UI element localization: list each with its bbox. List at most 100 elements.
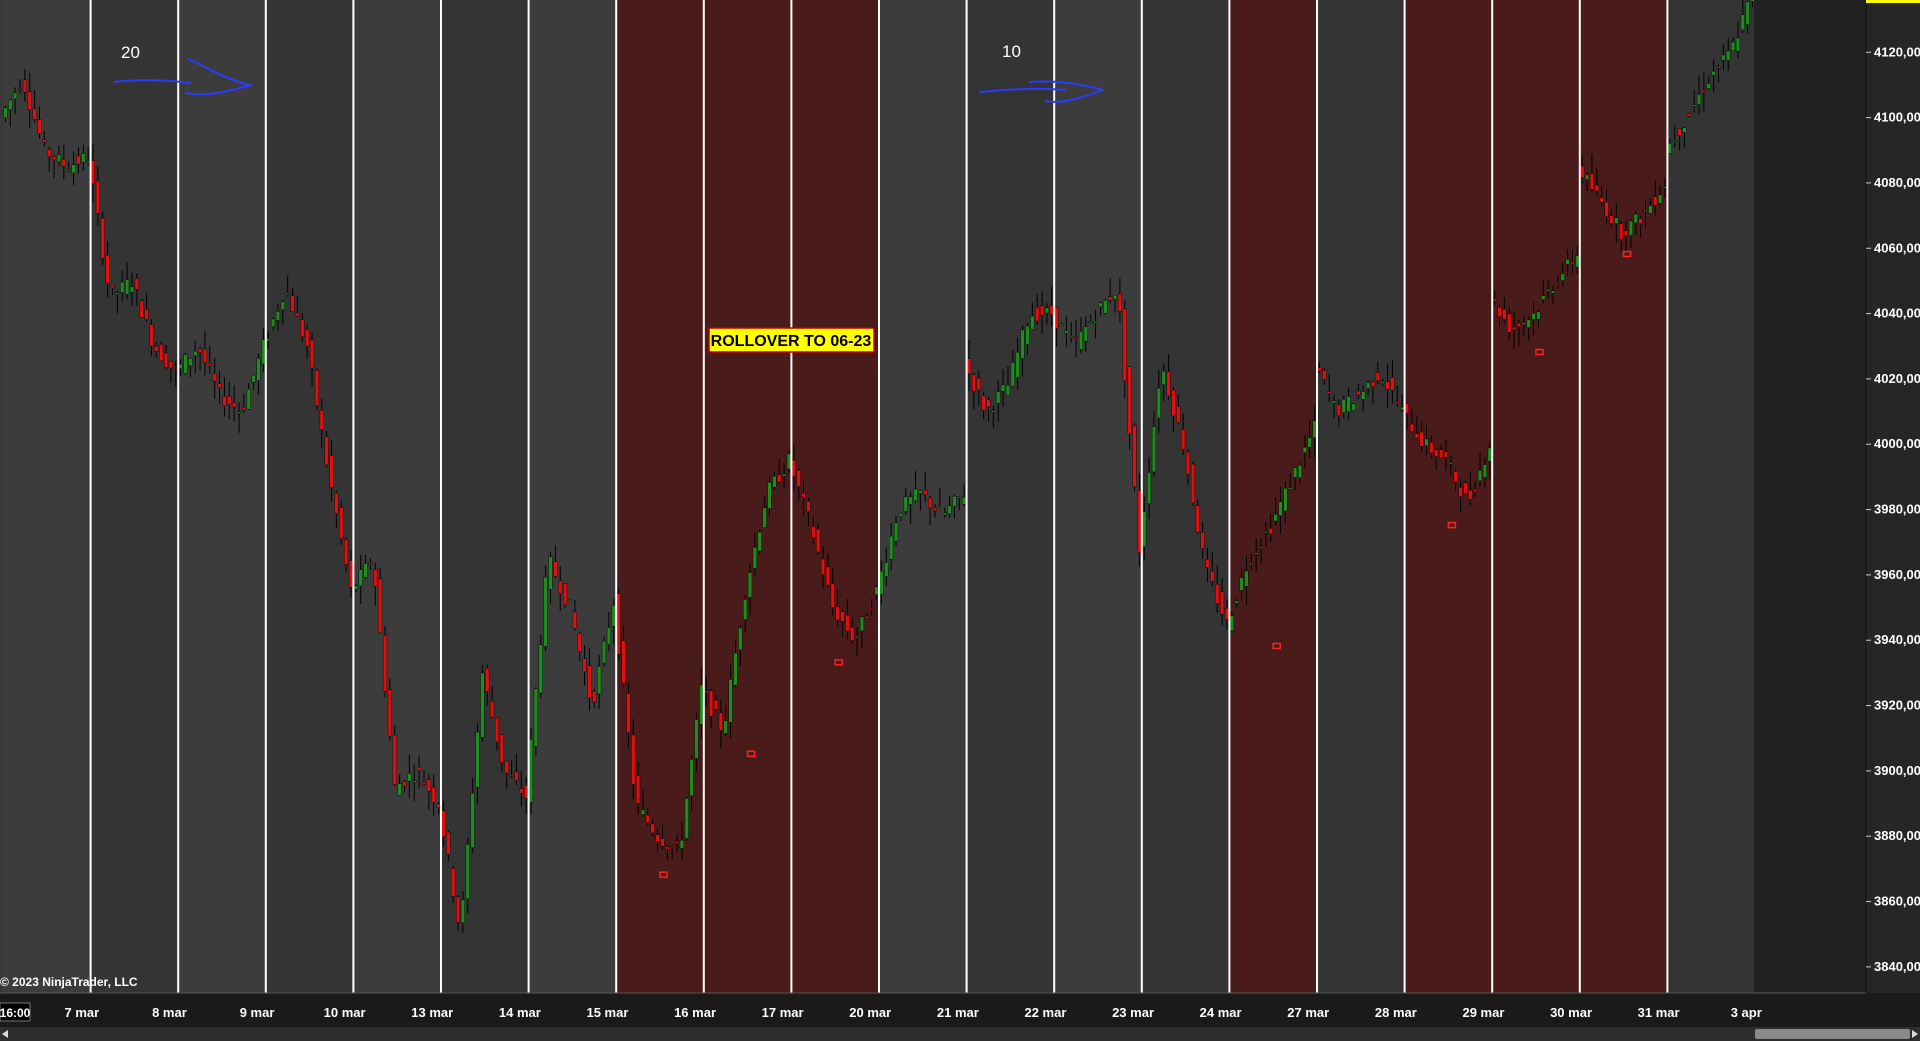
x-tick-label: 21 mar	[937, 1005, 979, 1020]
candle-body	[528, 738, 534, 803]
candle-body	[1585, 174, 1590, 180]
candle-body	[908, 496, 913, 505]
candle-body	[1400, 406, 1405, 411]
candle-body	[747, 572, 753, 598]
candle-body	[1297, 464, 1303, 478]
y-tick-label: 4000,00	[1874, 436, 1920, 451]
candle-body	[120, 281, 125, 293]
candle-body	[1414, 433, 1419, 439]
candle-body	[1716, 66, 1721, 69]
horizontal-scrollbar[interactable]	[0, 1027, 1920, 1041]
x-tick-label: 10 mar	[324, 1005, 366, 1020]
candle-body	[1098, 302, 1103, 308]
annotation-label: 10	[1002, 42, 1021, 61]
candle-body	[1609, 215, 1614, 224]
candle-body	[275, 310, 281, 321]
candle-body	[553, 561, 558, 577]
candle-body	[110, 285, 115, 289]
y-tick-label: 4100,00	[1874, 110, 1920, 125]
candle-body	[475, 731, 480, 788]
candle-body	[1327, 391, 1332, 394]
scrollbar-thumb[interactable]	[1755, 1029, 1910, 1039]
candle-body	[42, 139, 47, 143]
candle-body	[1361, 391, 1366, 400]
candle-body	[1487, 447, 1492, 462]
candle-body	[455, 896, 461, 923]
y-tick-label: 4060,00	[1874, 240, 1920, 255]
candle-body	[1706, 83, 1711, 89]
candle-body	[738, 627, 743, 651]
candle-body	[1662, 186, 1668, 189]
candle-body	[1137, 490, 1142, 553]
candle-body	[1200, 531, 1205, 549]
candle-body	[1317, 367, 1322, 372]
candle-body	[1536, 311, 1541, 320]
x-tick-label: 17 mar	[762, 1005, 804, 1020]
x-tick-label: 13 mar	[411, 1005, 453, 1020]
candle-body	[13, 92, 18, 99]
rollover-label: ROLLOVER TO 06-23	[711, 333, 872, 350]
candle-body	[144, 309, 149, 320]
candle-body	[173, 367, 178, 370]
candle-body	[835, 606, 840, 621]
candle-body	[309, 339, 315, 369]
candle-body	[178, 364, 183, 370]
candle-body	[543, 577, 548, 647]
candle-body	[942, 512, 947, 516]
candle-body	[563, 583, 568, 605]
candle-body	[1181, 429, 1186, 450]
candle-body	[767, 482, 772, 509]
candle-body	[1083, 326, 1088, 342]
candle-body	[1550, 290, 1556, 294]
candle-body	[893, 522, 899, 542]
candle-body	[670, 846, 675, 848]
candle-body	[757, 531, 762, 552]
candle-body	[1103, 300, 1108, 314]
candle-body	[1555, 283, 1560, 285]
candle-body	[786, 453, 792, 470]
candle-body	[1439, 449, 1444, 459]
candle-body	[1682, 127, 1687, 133]
candle-body	[1161, 370, 1166, 386]
candle-body	[217, 383, 222, 388]
candle-body	[1531, 313, 1536, 320]
candle-body	[855, 636, 860, 638]
candle-body	[1030, 315, 1035, 330]
candle-body	[782, 473, 787, 477]
candle-body	[1385, 381, 1390, 390]
price-axis-panel	[1866, 0, 1920, 993]
candle-body	[188, 357, 193, 367]
price-chart[interactable]: 20 10 ROLLOVER TO 06-23 3840,003860,0038…	[0, 0, 1920, 1041]
candle-body	[1434, 449, 1439, 457]
candle-body	[548, 556, 553, 590]
candle-body	[1307, 437, 1312, 448]
candle-body	[1171, 389, 1176, 417]
candle-body	[378, 578, 383, 634]
candle-body	[1502, 308, 1507, 320]
candle-body	[538, 644, 543, 694]
future-area	[1754, 0, 1866, 993]
candle-body	[1477, 470, 1483, 482]
candle-body	[1049, 305, 1054, 315]
candle-body	[709, 690, 714, 717]
candle-body	[684, 798, 689, 839]
candle-body	[1322, 370, 1327, 380]
candle-body	[1589, 173, 1595, 190]
candle-body	[636, 775, 641, 804]
session-panel	[966, 0, 1055, 993]
candle-body	[991, 410, 996, 413]
x-tick-label: 16 mar	[674, 1005, 716, 1020]
candle-body	[1273, 514, 1278, 522]
candle-body	[1419, 431, 1424, 447]
current-price-marker	[1866, 0, 1920, 3]
candle-body	[256, 357, 261, 381]
candle-body	[95, 180, 100, 214]
candle-body	[616, 593, 621, 655]
candle-body	[368, 562, 373, 565]
session-panel	[528, 0, 617, 993]
candle-body	[134, 278, 139, 290]
candle-body	[918, 490, 923, 494]
candle-body	[932, 507, 938, 512]
candle-body	[533, 688, 538, 747]
candle-body	[1750, 0, 1755, 2]
